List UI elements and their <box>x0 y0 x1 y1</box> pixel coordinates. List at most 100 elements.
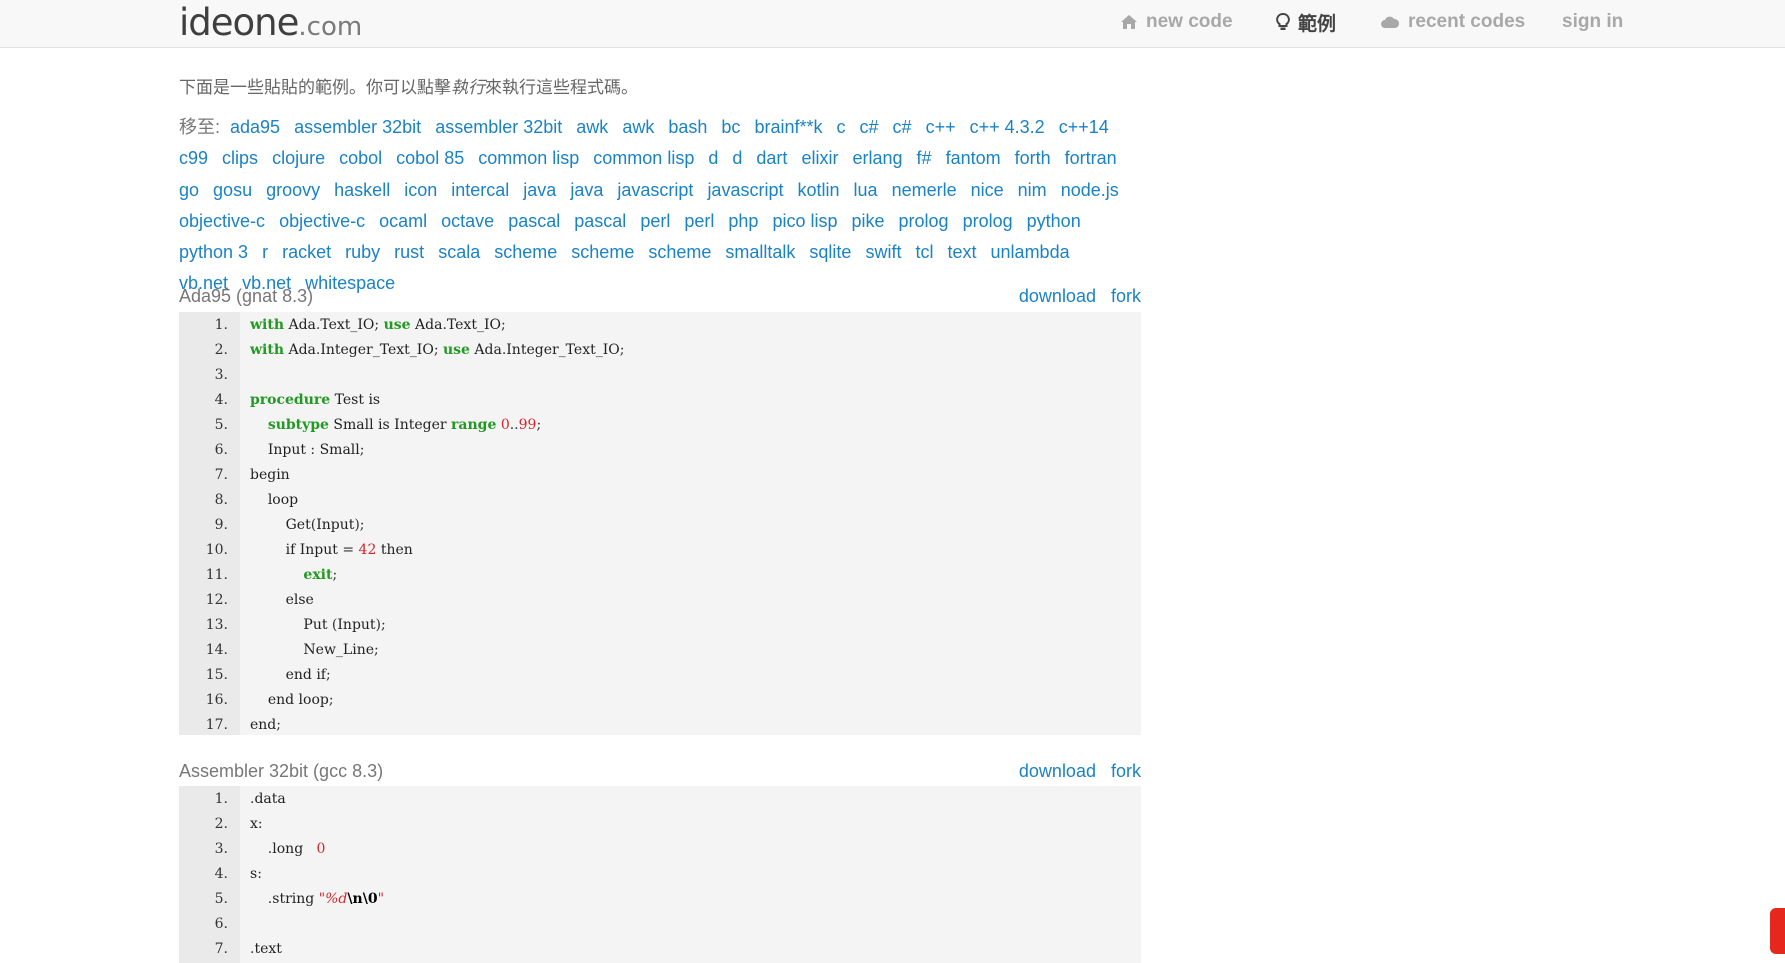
line-number: 1. <box>214 790 228 807</box>
language-link[interactable]: java <box>570 180 603 200</box>
language-link[interactable]: forth <box>1015 148 1051 168</box>
language-link[interactable]: kotlin <box>797 180 839 200</box>
language-link[interactable]: javascript <box>617 180 693 200</box>
nav-recent-codes[interactable]: recent codes <box>1380 8 1525 36</box>
code-text: begin <box>250 466 290 483</box>
language-link[interactable]: octave <box>441 211 494 231</box>
language-link[interactable]: f# <box>917 148 932 168</box>
language-link[interactable]: pascal <box>574 211 626 231</box>
language-link[interactable]: c <box>837 117 846 137</box>
language-link[interactable]: clojure <box>272 148 325 168</box>
language-link[interactable]: c99 <box>179 148 208 168</box>
language-link[interactable]: unlambda <box>991 242 1070 262</box>
language-link[interactable]: text <box>948 242 977 262</box>
language-link[interactable]: racket <box>282 242 331 262</box>
code-line: 8. loop <box>179 487 1141 512</box>
language-link[interactable]: rust <box>394 242 424 262</box>
language-link[interactable]: assembler 32bit <box>294 117 421 137</box>
language-link[interactable]: objective-c <box>179 211 265 231</box>
language-link[interactable]: prolog <box>963 211 1013 231</box>
language-link[interactable]: c++ 4.3.2 <box>970 117 1045 137</box>
download-link[interactable]: download <box>1019 761 1096 781</box>
language-link[interactable]: lua <box>854 180 878 200</box>
language-link[interactable]: d <box>708 148 718 168</box>
nav-new-code[interactable]: new code <box>1120 8 1233 36</box>
language-link[interactable]: groovy <box>266 180 320 200</box>
language-link[interactable]: r <box>262 242 268 262</box>
nav-samples[interactable]: 範例 <box>1276 8 1336 36</box>
line-number: 11. <box>205 566 228 583</box>
language-link[interactable]: javascript <box>707 180 783 200</box>
language-link[interactable]: scheme <box>494 242 557 262</box>
language-link[interactable]: awk <box>622 117 654 137</box>
language-link[interactable]: brainf**k <box>754 117 822 137</box>
language-link[interactable]: nemerle <box>892 180 957 200</box>
code-text: end; <box>250 716 281 733</box>
line-number: 7. <box>214 940 228 957</box>
language-link[interactable]: ocaml <box>379 211 427 231</box>
language-link[interactable]: cobol 85 <box>396 148 464 168</box>
download-link[interactable]: download <box>1019 286 1096 306</box>
language-link[interactable]: swift <box>865 242 901 262</box>
language-link[interactable]: tcl <box>915 242 933 262</box>
snippet-title: Ada95 (gnat 8.3) <box>179 286 314 306</box>
language-link[interactable]: bash <box>668 117 707 137</box>
language-link[interactable]: php <box>728 211 758 231</box>
language-link[interactable]: erlang <box>852 148 902 168</box>
language-link[interactable]: python 3 <box>179 242 248 262</box>
language-link[interactable]: pico lisp <box>772 211 837 231</box>
code-line: 9. Get(Input); <box>179 512 1141 537</box>
line-number: 6. <box>214 441 228 458</box>
language-link[interactable]: scheme <box>648 242 711 262</box>
code-line: 7. .text <box>179 936 1141 961</box>
fork-link[interactable]: fork <box>1111 286 1141 306</box>
language-link[interactable]: c++ <box>926 117 956 137</box>
language-link[interactable]: nice <box>971 180 1004 200</box>
feedback-tab[interactable] <box>1770 908 1785 954</box>
language-link[interactable]: objective-c <box>279 211 365 231</box>
language-link[interactable]: haskell <box>334 180 390 200</box>
language-link[interactable]: c++14 <box>1059 117 1109 137</box>
language-link[interactable]: scheme <box>571 242 634 262</box>
ideone-logo[interactable]: ideone.com <box>179 2 362 44</box>
language-link[interactable]: c# <box>893 117 912 137</box>
language-link[interactable]: fantom <box>946 148 1001 168</box>
language-link[interactable]: elixir <box>801 148 838 168</box>
nav-sign-in[interactable]: sign in <box>1562 8 1623 36</box>
language-link[interactable]: ada95 <box>230 117 280 137</box>
language-link[interactable]: perl <box>640 211 670 231</box>
language-link[interactable]: common lisp <box>478 148 579 168</box>
language-link[interactable]: assembler 32bit <box>435 117 562 137</box>
fork-link[interactable]: fork <box>1111 761 1141 781</box>
language-link[interactable]: d <box>732 148 742 168</box>
language-link[interactable]: smalltalk <box>725 242 795 262</box>
nav-recent-codes-label: recent codes <box>1408 11 1526 32</box>
language-link[interactable]: sqlite <box>809 242 851 262</box>
language-link[interactable]: ruby <box>345 242 380 262</box>
language-link[interactable]: fortran <box>1065 148 1117 168</box>
language-link[interactable]: java <box>523 180 556 200</box>
language-link[interactable]: cobol <box>339 148 382 168</box>
language-link[interactable]: dart <box>756 148 787 168</box>
language-link[interactable]: icon <box>404 180 437 200</box>
language-link[interactable]: pike <box>851 211 884 231</box>
language-link[interactable]: common lisp <box>593 148 694 168</box>
language-link[interactable]: clips <box>222 148 258 168</box>
language-link[interactable]: bc <box>721 117 740 137</box>
language-link[interactable]: perl <box>684 211 714 231</box>
code-line: 14. New_Line; <box>179 637 1141 662</box>
language-link[interactable]: prolog <box>899 211 949 231</box>
language-link[interactable]: c# <box>860 117 879 137</box>
language-link[interactable]: intercal <box>451 180 509 200</box>
language-link[interactable]: node.js <box>1061 180 1119 200</box>
language-link[interactable]: awk <box>576 117 608 137</box>
language-link[interactable]: gosu <box>213 180 252 200</box>
language-link[interactable]: go <box>179 180 199 200</box>
line-number: 14. <box>205 641 228 658</box>
line-number: 7. <box>214 466 228 483</box>
language-link[interactable]: scala <box>438 242 480 262</box>
language-link[interactable]: nim <box>1018 180 1047 200</box>
language-link[interactable]: pascal <box>508 211 560 231</box>
code-line: 1. with Ada.Text_IO; use Ada.Text_IO; <box>179 312 1141 337</box>
language-link[interactable]: python <box>1027 211 1081 231</box>
